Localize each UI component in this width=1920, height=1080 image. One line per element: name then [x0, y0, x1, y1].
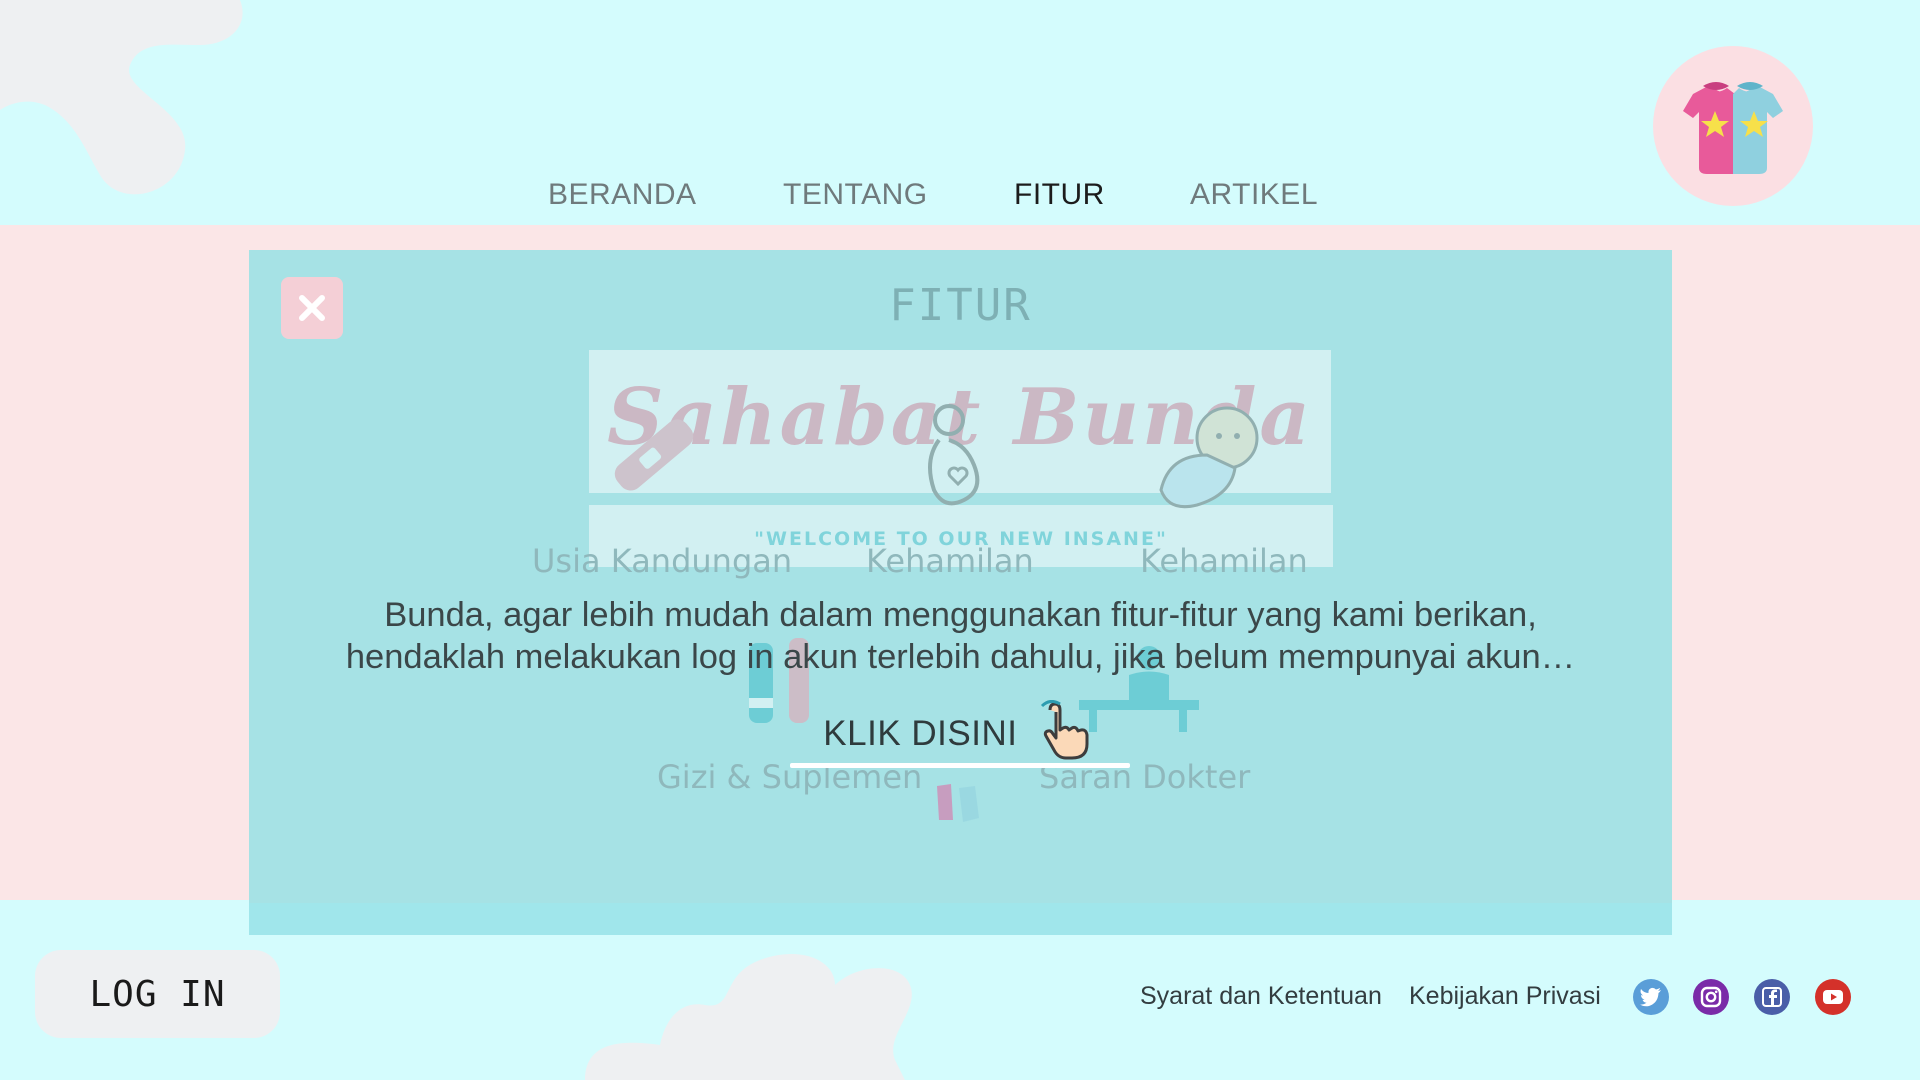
- feature-label-usia-kandungan: Usia Kandungan: [532, 542, 793, 580]
- modal-title: FITUR: [889, 280, 1032, 331]
- pregnancy-test-icon: [614, 419, 694, 491]
- baby-onesie-logo-icon: [1683, 82, 1783, 174]
- nav-item-fitur[interactable]: FITUR: [1014, 178, 1105, 212]
- facebook-icon[interactable]: [1754, 979, 1790, 1015]
- small-onesie-icon: [937, 784, 979, 822]
- site-logo[interactable]: [1653, 46, 1813, 206]
- instagram-icon[interactable]: [1693, 979, 1729, 1015]
- privacy-link[interactable]: Kebijakan Privasi: [1409, 982, 1601, 1011]
- feature-modal: Sahabat Bunda "WELCOME TO OUR NEW INSANE…: [249, 250, 1672, 935]
- nav-item-artikel[interactable]: ARTIKEL: [1190, 178, 1318, 212]
- swaddled-baby-icon: [1159, 406, 1259, 509]
- twitter-icon[interactable]: [1633, 979, 1669, 1015]
- login-prompt-line-1: Bunda, agar lebih mudah dalam menggunaka…: [384, 596, 1537, 634]
- login-button[interactable]: LOG IN: [35, 950, 280, 1038]
- nav-item-beranda[interactable]: BERANDA: [548, 178, 697, 212]
- login-prompt-line-2: hendaklah melakukan log in akun terlebih…: [345, 638, 1576, 676]
- signup-cta: KLIK DISINI: [249, 699, 1672, 771]
- nav-item-tentang[interactable]: TENTANG: [783, 178, 928, 212]
- klik-disini-link[interactable]: KLIK DISINI: [823, 714, 1017, 754]
- youtube-icon[interactable]: [1815, 979, 1851, 1015]
- feature-label-kehamilan: Kehamilan: [866, 542, 1034, 580]
- login-prompt-message: Bunda, agar lebih mudah dalam menggunaka…: [249, 594, 1672, 678]
- cta-underline: [790, 763, 1130, 768]
- decorative-splat-top-left: [0, 0, 243, 195]
- faded-feature-content: Sahabat Bunda "WELCOME TO OUR NEW INSANE…: [249, 250, 1672, 935]
- pointing-hand-icon: [1036, 699, 1098, 771]
- feature-label-kehamilan-2: Kehamilan: [1140, 542, 1308, 580]
- terms-link[interactable]: Syarat dan Ketentuan: [1140, 982, 1382, 1011]
- pregnant-mother-icon: [928, 404, 980, 506]
- decorative-splat-bottom: [585, 954, 912, 1080]
